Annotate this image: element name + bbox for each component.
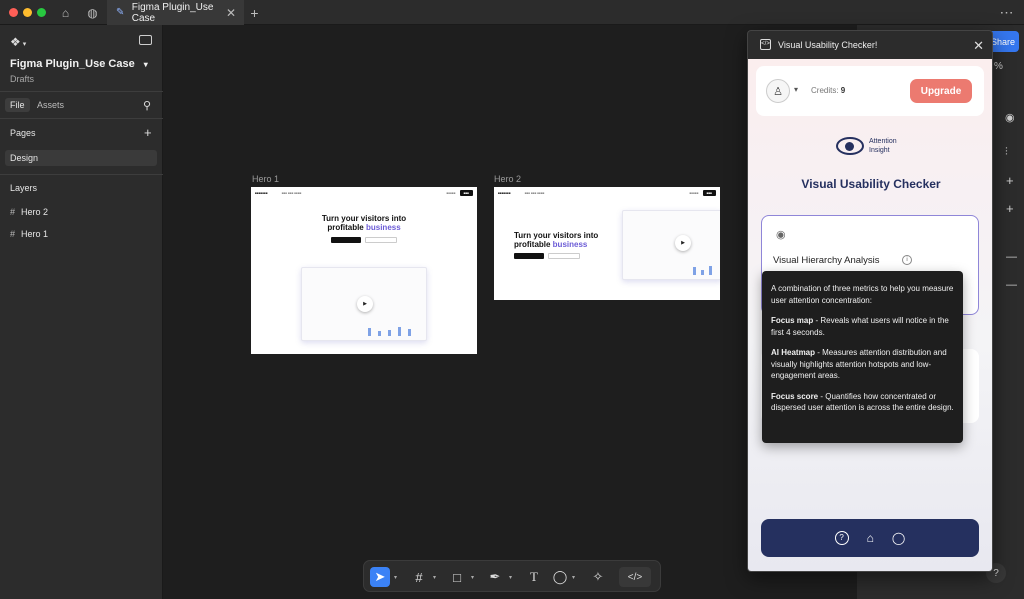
frame-hero-1[interactable]: ■■■■■■■ ■■■ ■■■ ■■■■ ■■■■■ ■■■ Turn your vi… xyxy=(251,187,477,354)
hero-headline: Turn your visitors into profitable busine… xyxy=(514,231,599,249)
frame-label-hero-1[interactable]: Hero 1 xyxy=(252,174,279,184)
actions-tool-icon[interactable]: ✧ xyxy=(588,567,608,587)
page-item-label: Design xyxy=(10,153,39,163)
add-page-button[interactable]: + xyxy=(144,125,152,140)
figma-file-icon: ✎ xyxy=(116,6,125,18)
move-tool-icon[interactable]: ➤ xyxy=(370,567,390,587)
search-icon[interactable]: ⚲ xyxy=(143,99,151,112)
mini-nav: ■■■■■■■ ■■■ ■■■ ■■■■ ■■■■■ ■■■ xyxy=(255,189,473,197)
home-icon[interactable]: ⌂ xyxy=(867,531,874,545)
zoom-level[interactable]: % xyxy=(994,61,1003,72)
credits: Credits: 9 xyxy=(811,86,846,95)
tab-assets[interactable]: Assets xyxy=(37,100,64,110)
eye-icon[interactable]: ◉ xyxy=(1005,111,1015,124)
layers-heading: Layers xyxy=(10,183,38,193)
frame-tool-icon[interactable]: # xyxy=(409,567,429,587)
user-avatar[interactable]: ♙ xyxy=(766,79,790,103)
bottom-toolbar: ➤ ▾ # ▾ □ ▾ ✒ ▾ T ◯ ▾ ✧ </> xyxy=(363,560,661,592)
title-bar: ⌂ ◍ ✎ Figma Plugin_Use Case ✕ + ⋯ xyxy=(0,0,1024,25)
chevron-down-icon[interactable]: ▾ xyxy=(471,574,474,581)
plugin-icon: </> xyxy=(760,39,771,50)
comment-tool-icon[interactable]: ◯ xyxy=(550,567,570,587)
file-tab[interactable]: ✎ Figma Plugin_Use Case ✕ xyxy=(107,0,244,25)
info-tooltip: A combination of three metrics to help y… xyxy=(762,271,963,443)
tooltip-item: Focus score - Quantifies how concentrate… xyxy=(771,391,954,413)
help-icon[interactable]: ? xyxy=(834,531,849,545)
account-card: ♙ ▾ Credits: 9 Upgrade xyxy=(756,66,984,116)
pen-tool-icon[interactable]: ✒ xyxy=(485,567,505,587)
sidebar-toggle-icon[interactable] xyxy=(139,35,152,45)
layer-item-hero-2[interactable]: # Hero 2 xyxy=(10,207,48,217)
tooltip-item: Focus map - Reveals what users will noti… xyxy=(771,316,949,337)
tab-close-icon[interactable]: ✕ xyxy=(226,6,236,20)
tooltip-item: AI Heatmap - Measures attention distribu… xyxy=(771,348,947,380)
remove-icon[interactable]: — xyxy=(1006,251,1017,263)
tooltip-intro: A combination of three metrics to help y… xyxy=(771,284,954,305)
tab-title: Figma Plugin_Use Case xyxy=(131,1,214,24)
zoom-window-button[interactable] xyxy=(37,8,46,17)
chevron-down-icon[interactable]: ▾ xyxy=(509,574,512,581)
plugin-title: Visual Usability Checker! xyxy=(778,40,878,50)
plugin-heading: Visual Usability Checker xyxy=(801,177,941,191)
card-title: Visual Hierarchy Analysis xyxy=(773,255,880,266)
layer-item-hero-1[interactable]: # Hero 1 xyxy=(10,229,48,239)
close-window-button[interactable] xyxy=(9,8,18,17)
globe-icon[interactable]: ◍ xyxy=(84,4,101,21)
chevron-down-icon[interactable]: ▾ xyxy=(433,574,436,581)
rectangle-tool-icon[interactable]: □ xyxy=(447,567,467,587)
tab-file[interactable]: File xyxy=(5,98,30,112)
text-tool-icon[interactable]: T xyxy=(524,567,544,587)
brand-logo: Attention Insight xyxy=(836,135,916,159)
chevron-down-icon[interactable]: ▾ xyxy=(394,574,397,581)
frame-hero-2[interactable]: ■■■■■■■ ■■■ ■■■ ■■■■ ■■■■■ ■■■ Turn your vi… xyxy=(494,187,720,300)
dashboard-preview: ▶ xyxy=(622,210,720,280)
file-name[interactable]: Figma Plugin_Use Case ▾ xyxy=(10,58,148,70)
file-location[interactable]: Drafts xyxy=(10,74,34,84)
frame-label-hero-2[interactable]: Hero 2 xyxy=(494,174,521,184)
eye-icon: ◉ xyxy=(776,229,786,241)
chat-icon[interactable]: ◯ xyxy=(892,531,905,545)
mini-nav: ■■■■■■■ ■■■ ■■■ ■■■■ ■■■■■ ■■■ xyxy=(498,189,716,197)
bottom-nav: ? ⌂ ◯ xyxy=(761,519,979,557)
hero-headline: Turn your visitors into profitable busine… xyxy=(321,214,407,232)
main-menu-icon[interactable]: ❖ ▾ xyxy=(10,35,26,49)
add-icon[interactable]: + xyxy=(1006,201,1014,216)
upgrade-button[interactable]: Upgrade xyxy=(910,79,972,103)
play-button[interactable]: ▶ xyxy=(357,296,373,312)
add-icon[interactable]: + xyxy=(1006,173,1014,188)
dev-mode-icon[interactable]: </> xyxy=(619,567,651,587)
info-icon[interactable]: i xyxy=(902,255,912,265)
frame-icon: # xyxy=(10,229,16,239)
home-icon[interactable]: ⌂ xyxy=(57,4,74,21)
left-sidebar: ❖ ▾ Figma Plugin_Use Case ▾ Drafts File … xyxy=(0,25,163,599)
adjust-icon[interactable]: ⫶ xyxy=(1005,146,1008,159)
frame-icon: # xyxy=(10,207,16,217)
new-tab-button[interactable]: + xyxy=(246,4,263,21)
dashboard-preview: ▶ xyxy=(301,267,427,341)
close-icon[interactable]: ✕ xyxy=(973,38,984,54)
pages-heading: Pages xyxy=(10,128,36,138)
chevron-down-icon[interactable]: ▾ xyxy=(572,574,575,581)
plugin-titlebar: </> Visual Usability Checker! ✕ xyxy=(748,31,992,59)
play-button[interactable]: ▶ xyxy=(675,235,691,251)
remove-icon[interactable]: — xyxy=(1006,279,1017,291)
more-icon[interactable]: ⋯ xyxy=(998,4,1015,21)
minimize-window-button[interactable] xyxy=(23,8,32,17)
chevron-down-icon[interactable]: ▾ xyxy=(794,85,798,94)
